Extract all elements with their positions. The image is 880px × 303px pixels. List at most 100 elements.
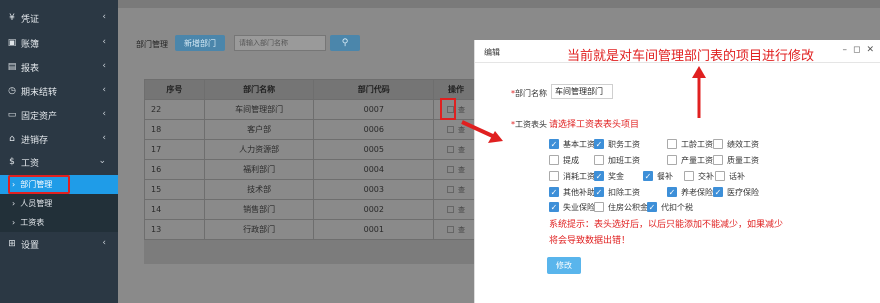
checkbox-unchecked-icon[interactable] [713,155,723,165]
salary-header-checkbox[interactable]: ✓ 基本工资 [549,138,595,150]
edit-icon[interactable] [447,205,455,213]
minimize-icon[interactable]: – [842,45,847,55]
checkbox-unchecked-icon[interactable] [594,155,604,165]
checkbox-checked-icon[interactable]: ✓ [667,187,677,197]
salary-header-checkbox[interactable]: ✓ 养老保险 [667,186,713,198]
sidebar-item-inventory[interactable]: ⌂ 进销存 ‹ [0,129,118,149]
salary-header-checkbox[interactable]: 提成 [549,154,579,166]
checkbox-checked-icon[interactable]: ✓ [549,139,559,149]
dept-name-label: *部门名称 [511,88,547,99]
salary-header-label-text: 工资表头 [515,120,547,129]
salary-header-checkbox[interactable]: 绩效工资 [713,138,759,150]
chevron-left-icon: ‹ [102,133,106,143]
search-icon: ⚲ [341,38,349,48]
checkbox-checked-icon[interactable]: ✓ [713,187,723,197]
search-input[interactable]: 请输入部门名称 [234,35,326,51]
row-action-text[interactable]: 查 [458,206,465,214]
edit-icon[interactable] [447,225,455,233]
chevron-left-icon: ‹ [102,61,106,71]
cell-actions: 查 [433,199,479,220]
salary-header-checkbox[interactable]: ✓ 餐补 [643,170,673,182]
salary-header-checkbox[interactable]: 交补 [684,170,714,182]
row-action-text[interactable]: 查 [458,106,465,114]
salary-header-checkbox[interactable]: ✓ 代扣个税 [647,201,693,213]
salary-header-checkbox[interactable]: 加班工资 [594,154,640,166]
checkbox-unchecked-icon[interactable] [684,171,694,181]
table-row: 16 福利部门 0004 查 [144,159,479,180]
salary-header-checkbox[interactable]: ✓ 其他补助 [549,186,595,198]
checkbox-label: 住房公积金 [608,202,648,212]
top-bar [118,0,880,8]
clock-icon: ◷ [8,86,16,96]
row-action-text[interactable]: 查 [458,186,465,194]
row-action-text[interactable]: 查 [458,166,465,174]
checkbox-checked-icon[interactable]: ✓ [643,171,653,181]
salary-header-checkbox[interactable]: 质量工资 [713,154,759,166]
salary-header-checkbox[interactable]: 工龄工资 [667,138,713,150]
cell-name: 人力资源部 [203,139,315,160]
dept-name-field[interactable]: 车间管理部门 [551,84,613,99]
checkbox-unchecked-icon[interactable] [549,171,559,181]
search-button[interactable]: ⚲ [330,35,360,51]
sidebar-subitem-salary-sheet[interactable]: › 工资表 [0,213,118,232]
dialog-title: 编辑 [484,48,500,57]
chevron-right-icon: › [12,218,16,227]
edit-icon[interactable] [447,185,455,193]
checkbox-label: 失业保险 [563,202,595,212]
checkbox-unchecked-icon[interactable] [549,155,559,165]
edit-icon[interactable] [447,145,455,153]
checkbox-unchecked-icon[interactable] [667,155,677,165]
checkbox-unchecked-icon[interactable] [667,139,677,149]
edit-icon[interactable] [447,125,455,133]
row-action-text[interactable]: 查 [458,226,465,234]
salary-header-checkbox[interactable]: ✓ 失业保险 [549,201,595,213]
checkbox-unchecked-icon[interactable] [715,171,725,181]
row-action-text[interactable]: 查 [458,126,465,134]
cell-code: 0007 [313,99,435,120]
sidebar-item-settings[interactable]: ⊞ 设置 ‹ [0,234,118,254]
sidebar-item-period-end[interactable]: ◷ 期末结转 ‹ [0,81,118,101]
checkbox-checked-icon[interactable]: ✓ [594,171,604,181]
sidebar-item-ledger[interactable]: ▣ 账簿 ‹ [0,33,118,53]
inventory-icon: ⌂ [9,134,15,144]
sidebar-item-fixed-assets[interactable]: ▭ 固定资产 ‹ [0,105,118,125]
cell-actions: 查 [433,179,479,200]
edit-icon[interactable] [447,165,455,173]
checkbox-checked-icon[interactable]: ✓ [549,202,559,212]
salary-header-checkbox[interactable]: 产量工资 [667,154,713,166]
checkbox-label: 扣除工资 [608,187,640,197]
salary-header-checkbox[interactable]: 住房公积金 [594,201,648,213]
hint-text: 请选择工资表表头项目 [549,120,640,130]
salary-header-label: *工资表头 [511,119,547,130]
checkbox-unchecked-icon[interactable] [594,202,604,212]
sidebar-item-voucher[interactable]: ¥ 凭证 ‹ [0,8,118,28]
chevron-right-icon: › [12,199,16,208]
cell-actions: 查 [433,159,479,180]
checkbox-checked-icon[interactable]: ✓ [647,202,657,212]
checkbox-checked-icon[interactable]: ✓ [549,187,559,197]
cell-name: 客户部 [203,119,315,140]
add-department-button[interactable]: 新增部门 [175,35,225,51]
checkbox-label: 医疗保险 [727,187,759,197]
salary-header-checkbox[interactable]: ✓ 医疗保险 [713,186,759,198]
sidebar-subitem-staff-management[interactable]: › 人员管理 [0,194,118,213]
chevron-down-icon: ⌄ [98,156,106,166]
table-row: 13 行政部门 0001 查 [144,219,479,240]
salary-header-checkbox[interactable]: ✓ 职务工资 [594,138,640,150]
salary-header-checkbox[interactable]: 话补 [715,170,745,182]
checkbox-checked-icon[interactable]: ✓ [594,187,604,197]
sidebar: ¥ 凭证 ‹ ▣ 账簿 ‹ ▤ 报表 ‹ ◷ 期末结转 ‹ ▭ 固定资产 ‹ ⌂… [0,0,118,303]
checkbox-checked-icon[interactable]: ✓ [594,139,604,149]
salary-header-checkbox[interactable]: ✓ 奖金 [594,170,624,182]
sidebar-item-report[interactable]: ▤ 报表 ‹ [0,57,118,77]
salary-header-checkbox[interactable]: ✓ 扣除工资 [594,186,640,198]
maximize-icon[interactable]: ◻ [853,45,860,55]
sidebar-item-salary[interactable]: $ 工资 ⌄ [0,152,118,172]
edit-button[interactable]: 修改 [547,257,581,274]
checkbox-unchecked-icon[interactable] [713,139,723,149]
row-action-text[interactable]: 查 [458,146,465,154]
close-icon[interactable]: ✕ [866,45,874,55]
salary-header-checkbox[interactable]: 消耗工资 [549,170,595,182]
grid-icon: ⊞ [8,239,16,249]
cell-name: 销售部门 [203,199,315,220]
